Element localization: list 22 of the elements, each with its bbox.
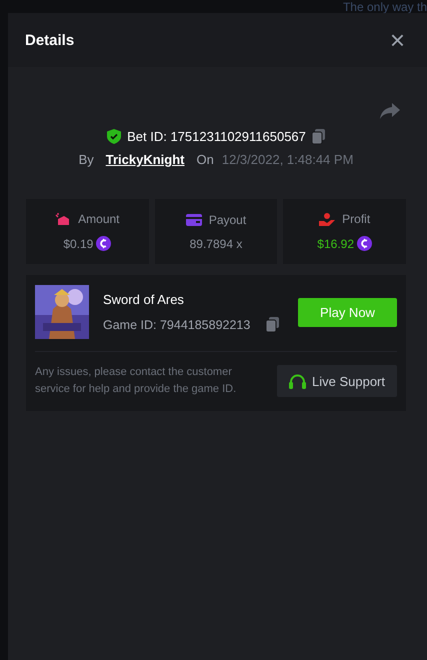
game-name: Sword of Ares — [103, 292, 185, 307]
bet-id: Bet ID: 1751231102911650567 — [127, 129, 306, 144]
user-link[interactable]: TrickyKnight — [106, 152, 185, 167]
stat-value: $16.92 — [317, 236, 354, 250]
bet-date: 12/3/2022, 1:48:44 PM — [222, 152, 354, 167]
support-note: Any issues, please contact the customer service for help and provide the game ID. — [35, 365, 238, 397]
share-icon[interactable] — [380, 103, 400, 119]
copy-icon[interactable] — [266, 317, 280, 332]
stat-label: Amount — [78, 212, 120, 226]
dialog-title: Details — [25, 32, 74, 48]
stat-value: 89.7894 x — [190, 236, 242, 250]
close-button[interactable]: × — [390, 30, 405, 50]
live-support-button[interactable]: Live Support — [277, 365, 397, 397]
background-text: The only way th — [342, 1, 427, 13]
stat-label: Payout — [208, 212, 246, 226]
stat-label: Profit — [342, 212, 370, 226]
by-label: By — [78, 152, 94, 167]
game-id: Game ID: 7944185892213 — [103, 318, 250, 332]
copy-icon[interactable] — [312, 129, 325, 144]
on-label: On — [196, 152, 214, 167]
stat-value: $0.19 — [63, 236, 94, 250]
headset-icon — [289, 374, 306, 388]
